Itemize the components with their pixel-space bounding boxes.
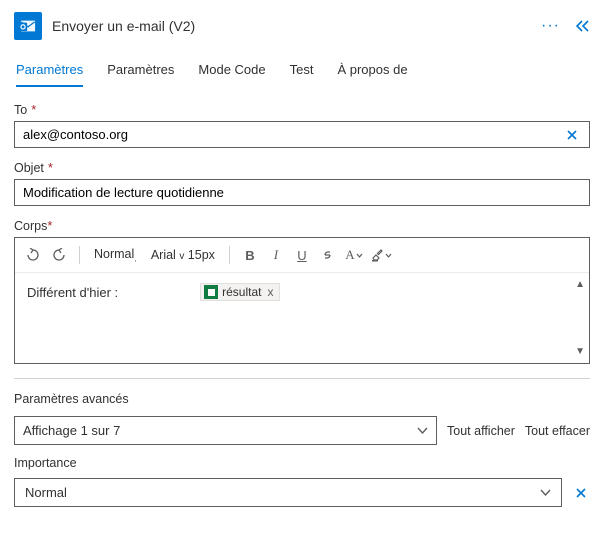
collapse-icon[interactable] xyxy=(574,19,590,33)
chevron-down-icon xyxy=(417,427,428,434)
subject-input-wrap xyxy=(14,179,590,206)
underline-button[interactable]: U xyxy=(292,244,312,266)
more-menu[interactable]: ··· xyxy=(541,17,560,35)
tab-a-propos[interactable]: À propos de xyxy=(337,56,407,87)
to-input-wrap xyxy=(14,121,590,148)
dynamic-token-resultat[interactable]: résultat x xyxy=(200,283,280,301)
to-label: To xyxy=(14,103,27,117)
tabs-bar: Paramètres Paramètres Mode Code Test À p… xyxy=(14,56,590,88)
required-marker: * xyxy=(48,160,53,175)
clear-all-button[interactable]: Tout effacer xyxy=(525,424,590,438)
advanced-label: Paramètres avancés xyxy=(14,392,129,406)
scroll-down-icon[interactable]: ▼ xyxy=(575,346,585,357)
redo-icon[interactable] xyxy=(49,244,69,266)
divider xyxy=(14,378,590,379)
italic-button[interactable]: I xyxy=(266,244,286,266)
scroll-up-icon[interactable]: ▲ xyxy=(575,279,585,290)
editor-toolbar: Normal. Arial v 15px B I U A xyxy=(15,238,589,273)
required-marker: * xyxy=(47,218,52,233)
tab-test[interactable]: Test xyxy=(290,56,314,87)
body-label: Corps xyxy=(14,219,47,233)
advanced-display-value: Affichage 1 sur 7 xyxy=(23,423,120,438)
importance-value: Normal xyxy=(25,485,67,500)
to-input[interactable] xyxy=(23,127,563,142)
clear-importance-icon[interactable] xyxy=(572,486,590,500)
body-text: Différent d'hier : xyxy=(27,285,118,300)
excel-icon xyxy=(204,285,218,299)
show-all-button[interactable]: Tout afficher xyxy=(447,424,515,438)
editor-content[interactable]: Différent d'hier : résultat x ▲ ▼ xyxy=(15,273,589,363)
font-color-icon[interactable]: A xyxy=(344,244,364,266)
highlight-icon[interactable] xyxy=(370,244,392,266)
chevron-down-icon xyxy=(540,489,551,496)
outlook-icon xyxy=(14,12,42,40)
token-label: résultat xyxy=(222,285,261,299)
link-icon[interactable] xyxy=(318,244,338,266)
style-dropdown[interactable]: Normal. xyxy=(90,247,141,264)
importance-select[interactable]: Normal xyxy=(14,478,562,507)
font-dropdown[interactable]: Arial v 15px xyxy=(147,248,219,262)
required-marker: * xyxy=(31,102,36,117)
bold-button[interactable]: B xyxy=(240,244,260,266)
body-editor: Normal. Arial v 15px B I U A Différent d… xyxy=(14,237,590,364)
panel-title: Envoyer un e-mail (V2) xyxy=(52,18,531,34)
tab-parametres[interactable]: Paramètres xyxy=(16,56,83,87)
importance-label: Importance xyxy=(14,456,77,470)
subject-input[interactable] xyxy=(23,185,581,200)
token-remove-icon[interactable]: x xyxy=(267,285,273,299)
tab-mode-code[interactable]: Mode Code xyxy=(198,56,265,87)
undo-icon[interactable] xyxy=(23,244,43,266)
tab-parametres-2[interactable]: Paramètres xyxy=(107,56,174,87)
clear-to-icon[interactable] xyxy=(563,128,581,142)
advanced-display-select[interactable]: Affichage 1 sur 7 xyxy=(14,416,437,445)
subject-label: Objet xyxy=(14,161,44,175)
